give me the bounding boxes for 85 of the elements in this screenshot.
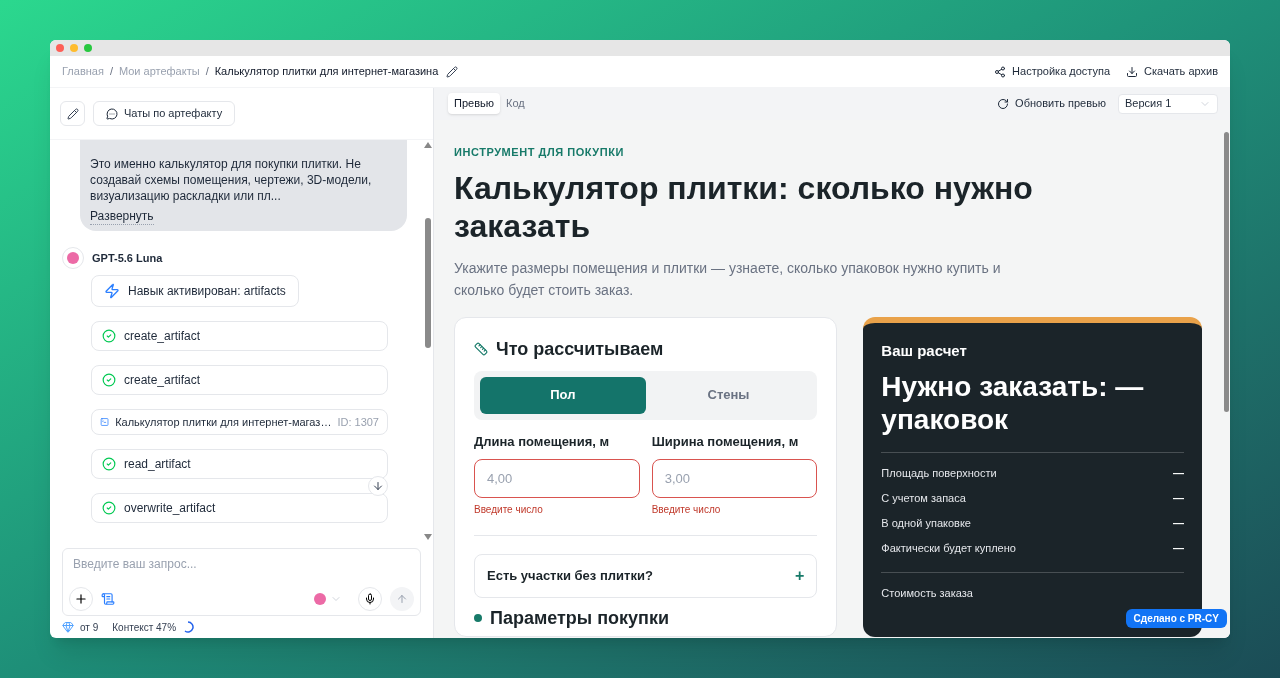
artifact-id: ID: 1307 bbox=[337, 414, 379, 430]
prompt-input[interactable]: Введите ваш запрос... bbox=[69, 555, 414, 573]
send-button[interactable] bbox=[390, 587, 414, 611]
view-tab[interactable]: Код bbox=[499, 93, 531, 114]
prompt-field[interactable]: Введите ваш запрос... bbox=[62, 548, 421, 616]
skill-label: Навык активирован: artifacts bbox=[128, 283, 286, 300]
expand-link[interactable]: Развернуть bbox=[90, 208, 154, 225]
model-name: GPT-5.6 Luna bbox=[92, 250, 163, 266]
message-text: Это именно калькулятор для покупки плитки. Не создавай схемы помещения, чертежи, 3D-модели, визуализацию раскладки или пл... bbox=[90, 156, 373, 204]
check-circle-icon bbox=[102, 457, 116, 471]
result-value: — bbox=[1173, 466, 1184, 481]
plus-icon: + bbox=[795, 564, 805, 588]
result-label: Фактически будет куплено bbox=[881, 541, 1016, 556]
arrow-down-icon bbox=[372, 480, 384, 492]
card-heading: Что рассчитываем bbox=[496, 337, 664, 361]
tool-call-row[interactable]: overwrite_artifact bbox=[91, 493, 388, 523]
made-with-badge[interactable]: Сделано с PR-CY bbox=[1125, 609, 1227, 628]
artifact-row[interactable]: Калькулятор плитки для интернет-магаз… ID: 1307 bbox=[91, 409, 388, 435]
page-subtitle: Укажите размеры помещения и плитки — узнаете, сколько упаковок нужно купить и сколько будет стоить заказ. bbox=[454, 258, 1002, 300]
chats-button[interactable]: Чаты по артефакту bbox=[93, 101, 236, 126]
eyebrow-label: ИНСТРУМЕНТ ДЛЯ ПОКУПКИ bbox=[454, 145, 625, 160]
surface-option[interactable]: Пол bbox=[480, 376, 646, 414]
accordion-header[interactable]: Есть участки без плитки? + bbox=[474, 554, 818, 598]
number-input[interactable]: 4,00 bbox=[474, 459, 640, 498]
breadcrumb-separator: / bbox=[109, 64, 113, 80]
chat-bubble-icon bbox=[106, 107, 118, 120]
view-tab[interactable]: Превью bbox=[448, 93, 500, 114]
scroll-up-icon[interactable] bbox=[424, 142, 432, 148]
error-message: Введите число bbox=[474, 503, 544, 517]
check-circle-icon bbox=[102, 329, 116, 343]
maximize-icon[interactable] bbox=[84, 44, 92, 52]
diamond-icon bbox=[62, 621, 74, 633]
version-select[interactable]: Версия 1 bbox=[1118, 93, 1218, 114]
share-button[interactable]: Настройка доступа bbox=[994, 63, 1111, 80]
scrollbar-thumb[interactable] bbox=[425, 218, 431, 348]
error-message: Введите число bbox=[651, 503, 722, 517]
refresh-button[interactable]: Обновить превью bbox=[997, 95, 1106, 112]
scrollbar-thumb[interactable] bbox=[1223, 132, 1229, 412]
tool-call-row[interactable]: create_artifact bbox=[91, 365, 388, 395]
tool-name: create_artifact bbox=[124, 372, 201, 389]
section-heading: Параметры покупки bbox=[490, 608, 670, 628]
lightning-icon bbox=[104, 283, 120, 299]
artifact-title: Калькулятор плитки для интернет-магаз… bbox=[115, 414, 332, 430]
share-icon bbox=[994, 65, 1007, 78]
check-circle-icon bbox=[102, 501, 116, 515]
check-circle-icon bbox=[102, 373, 116, 387]
pencil-icon bbox=[66, 107, 79, 120]
breadcrumb-link[interactable]: Калькулятор плитки для интернет-магазина bbox=[214, 63, 439, 80]
mic-icon bbox=[364, 593, 376, 605]
tool-call-row[interactable]: read_artifact bbox=[91, 449, 388, 479]
download-button[interactable]: Скачать архив bbox=[1126, 63, 1218, 80]
page-title: Калькулятор плитки: сколько нужно заказать bbox=[454, 168, 1034, 245]
tool-name: create_artifact bbox=[124, 328, 201, 345]
model-picker[interactable] bbox=[314, 593, 342, 605]
field-label: Ширина помещения, м bbox=[651, 432, 800, 451]
field-label: Длина помещения, м bbox=[474, 432, 611, 451]
arrow-up-icon bbox=[396, 593, 408, 605]
result-label: Площадь поверхности bbox=[881, 466, 997, 481]
breadcrumb-separator: / bbox=[205, 64, 209, 80]
result-label: В одной упаковке bbox=[881, 516, 971, 531]
context-label: Контекст 47% bbox=[112, 620, 177, 635]
progress-ring-icon bbox=[182, 621, 195, 633]
tool-name: read_artifact bbox=[124, 456, 191, 473]
number-input[interactable]: 3,00 bbox=[651, 459, 818, 498]
scroll-down-icon[interactable] bbox=[424, 534, 432, 540]
result-caption: Ваш расчет bbox=[881, 340, 968, 361]
download-icon bbox=[1126, 65, 1139, 78]
scrollbar[interactable] bbox=[423, 140, 433, 542]
result-headline: Нужно заказать: — упаковок bbox=[881, 370, 1145, 436]
close-icon[interactable] bbox=[56, 44, 64, 52]
edit-icon[interactable] bbox=[446, 65, 459, 78]
plus-icon bbox=[74, 592, 88, 606]
tool-name: overwrite_artifact bbox=[124, 500, 216, 517]
result-value: — bbox=[1173, 516, 1184, 531]
total-label: Стоимость заказа bbox=[881, 586, 974, 601]
edit-button[interactable] bbox=[60, 101, 85, 126]
result-value: — bbox=[1173, 491, 1184, 506]
refresh-icon bbox=[997, 97, 1010, 110]
scroll-down-button[interactable] bbox=[368, 476, 388, 496]
result-label: С учетом запаса bbox=[881, 491, 966, 506]
surface-option[interactable]: Стены bbox=[645, 376, 812, 414]
credits-label: от 9 bbox=[80, 620, 99, 635]
tool-call-row[interactable]: create_artifact bbox=[91, 321, 388, 351]
result-value: — bbox=[1173, 541, 1184, 556]
document-icon[interactable] bbox=[101, 592, 115, 606]
